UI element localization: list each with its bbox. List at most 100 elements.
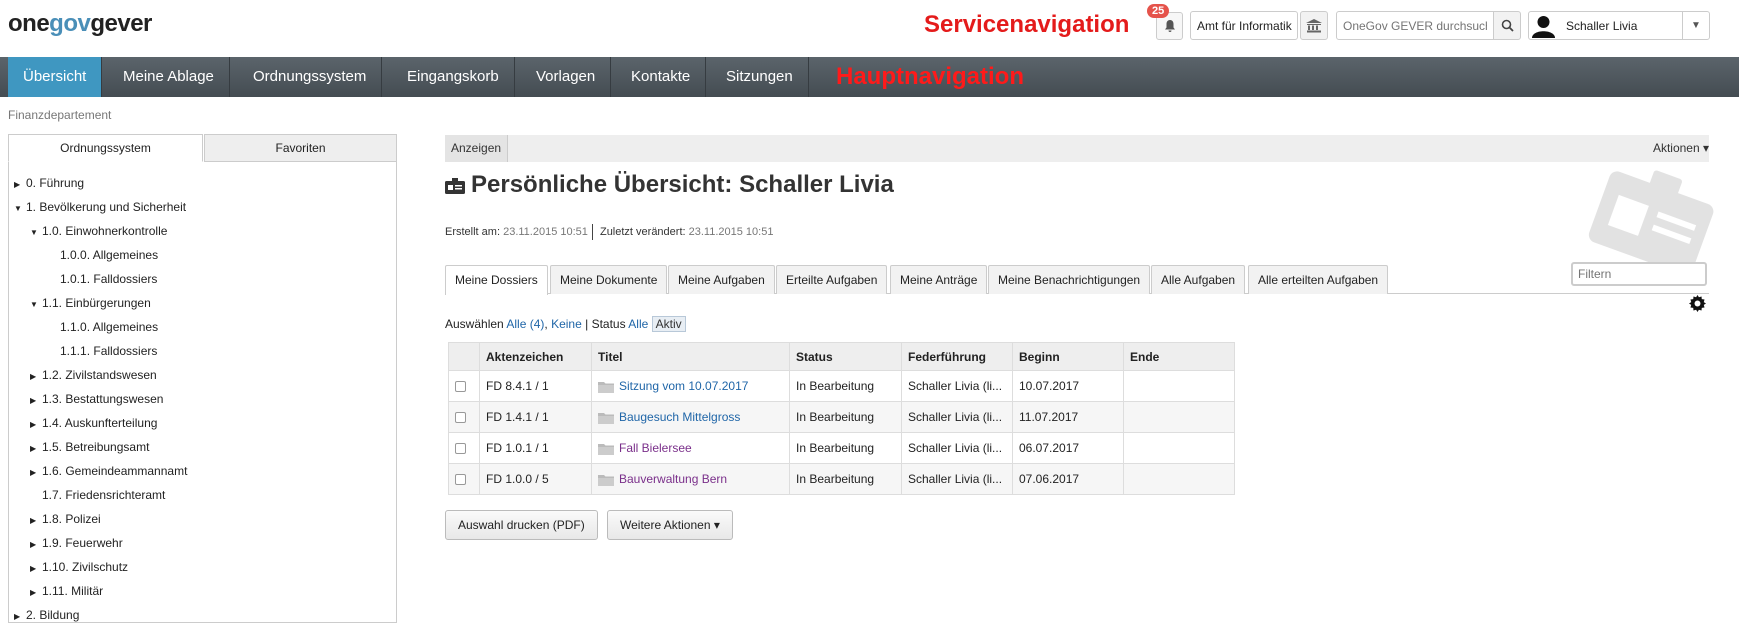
tab-alle-erteilten-aufgaben[interactable]: Alle erteilten Aufgaben (1248, 265, 1389, 294)
tree-item[interactable]: ▶ 2. Bildung (14, 608, 79, 623)
column-header[interactable]: Aktenzeichen (479, 342, 592, 371)
dossier-link[interactable]: Baugesuch Mittelgross (619, 410, 740, 424)
avatar (1532, 16, 1555, 38)
more-actions-button[interactable]: Weitere Aktionen ▾ (607, 510, 733, 540)
status-all-link[interactable]: Alle (628, 317, 648, 331)
tree-item[interactable]: ▶ 1.9. Feuerwehr (30, 536, 123, 554)
org-unit-button[interactable] (1300, 11, 1328, 40)
tab-meine-aufgaben[interactable]: Meine Aufgaben (668, 265, 775, 294)
caret-right-icon[interactable]: ▶ (30, 444, 42, 453)
column-header[interactable]: Ende (1123, 342, 1235, 371)
caret-right-icon[interactable]: ▶ (30, 564, 42, 573)
select-none-link[interactable]: Keine (551, 317, 582, 331)
tree-item[interactable]: ▶ 1.4. Auskunfterteilung (30, 416, 157, 434)
column-header[interactable]: Beginn (1012, 342, 1124, 371)
tree-item[interactable]: ▶ 1.6. Gemeindeammannamt (30, 464, 187, 482)
caret-down-icon[interactable]: ▼ (30, 228, 42, 237)
tree-item[interactable]: ▶ 0. Führung (14, 176, 84, 194)
tree-item[interactable]: 1.0.0. Allgemeines (60, 248, 158, 266)
search-icon (1501, 19, 1514, 32)
caret-right-icon[interactable]: ▶ (14, 180, 26, 189)
folder-icon (598, 443, 614, 455)
table-row: FD 1.4.1 / 1 Baugesuch Mittelgross In Be… (448, 401, 1235, 433)
filter-input[interactable] (1571, 262, 1707, 286)
breadcrumb[interactable]: Finanzdepartement (8, 108, 111, 122)
row-checkbox[interactable] (455, 412, 466, 424)
nav-item-ordnungssystem[interactable]: Ordnungssystem (238, 57, 383, 97)
tab-favoriten[interactable]: Favoriten (204, 134, 397, 162)
nav-item-vorlagen[interactable]: Vorlagen (521, 57, 612, 97)
tab-meine-antraege[interactable]: Meine Anträge (890, 265, 988, 294)
caret-right-icon[interactable]: ▶ (30, 372, 42, 381)
tab-erteilte-aufgaben[interactable]: Erteilte Aufgaben (776, 265, 888, 294)
folder-icon (598, 412, 614, 424)
print-selection-button[interactable]: Auswahl drucken (PDF) (445, 510, 598, 540)
tab-ordnungssystem[interactable]: Ordnungssystem (8, 134, 203, 162)
caret-down-icon[interactable]: ▼ (14, 204, 26, 213)
org-unit-selector[interactable]: Amt für Informatik (1190, 11, 1298, 40)
tree-item[interactable]: ▶ 1.5. Betreibungsamt (30, 440, 149, 458)
caret-right-icon[interactable]: ▶ (30, 516, 42, 525)
tree-item[interactable]: ▶ 1.2. Zivilstandswesen (30, 368, 157, 386)
tree-item[interactable]: ▶ 1.3. Bestattungswesen (30, 392, 163, 410)
tree-item[interactable]: 1.1.1. Falldossiers (60, 344, 157, 362)
column-header[interactable]: Status (789, 342, 902, 371)
notification-count-badge: 25 (1147, 4, 1170, 18)
dossier-link[interactable]: Fall Bielersee (619, 441, 692, 455)
row-checkbox[interactable] (455, 474, 466, 486)
caret-right-icon[interactable]: ▶ (30, 540, 42, 549)
caret-right-icon[interactable]: ▶ (30, 468, 42, 477)
tree-item[interactable]: 1.7. Friedensrichteramt (42, 488, 165, 506)
tree-item[interactable]: ▶ 1.8. Polizei (30, 512, 101, 530)
id-card-icon (445, 178, 465, 194)
tab-meine-dossiers[interactable]: Meine Dossiers (445, 265, 548, 295)
tree-item[interactable]: 1.0.1. Falldossiers (60, 272, 157, 290)
tree-item[interactable]: ▼ 1.0. Einwohnerkontrolle (30, 224, 167, 242)
nav-item-sitzungen[interactable]: Sitzungen (711, 57, 809, 97)
nav-item-eingangskorb[interactable]: Eingangskorb (392, 57, 515, 97)
status-active-filter[interactable]: Aktiv (651, 316, 686, 332)
tree-item[interactable]: 1.1.0. Allgemeines (60, 320, 158, 338)
caret-down-icon[interactable]: ▼ (30, 300, 42, 309)
dossier-link[interactable]: Sitzung vom 10.07.2017 (619, 379, 748, 393)
row-checkbox[interactable] (455, 443, 466, 455)
search-input[interactable] (1336, 11, 1494, 40)
user-menu[interactable]: Schaller Livia ▼ (1528, 11, 1710, 40)
tab-meine-benachrichtigungen[interactable]: Meine Benachrichtigungen (988, 265, 1151, 294)
dossiers-table: Aktenzeichen Titel Status Federführung B… (448, 342, 1235, 495)
header: onegovgever Servicenavigation 25 Amt für… (0, 0, 1739, 57)
gear-icon[interactable] (1689, 295, 1706, 317)
folder-icon (598, 381, 614, 393)
column-header[interactable]: Titel (591, 342, 790, 371)
table-header-row: Aktenzeichen Titel Status Federführung B… (448, 342, 1235, 371)
caret-right-icon[interactable]: ▶ (14, 612, 26, 621)
id-card-watermark-icon (1588, 170, 1714, 268)
nav-item-uebersicht[interactable]: Übersicht (8, 57, 103, 97)
tree-item[interactable]: ▼ 1.1. Einbürgerungen (30, 296, 151, 314)
select-all-link[interactable]: Alle (4) (506, 317, 544, 331)
caret-right-icon[interactable]: ▶ (30, 588, 42, 597)
nav-item-kontakte[interactable]: Kontakte (616, 57, 707, 97)
tree-item[interactable]: ▶ 1.10. Zivilschutz (30, 560, 128, 578)
logo[interactable]: onegovgever (8, 10, 152, 38)
tree-item[interactable]: ▼ 1. Bevölkerung und Sicherheit (14, 200, 186, 218)
tab-alle-aufgaben[interactable]: Alle Aufgaben (1151, 265, 1246, 294)
search-button[interactable] (1493, 11, 1521, 40)
caret-right-icon[interactable]: ▶ (30, 396, 42, 405)
dossier-link[interactable]: Bauverwaltung Bern (619, 472, 727, 486)
column-header[interactable]: Federführung (901, 342, 1013, 371)
bell-icon (1164, 20, 1175, 32)
row-checkbox[interactable] (455, 381, 466, 393)
table-row: FD 1.0.1 / 1 Fall Bielersee In Bearbeitu… (448, 432, 1235, 464)
caret-right-icon[interactable]: ▶ (30, 420, 42, 429)
tab-meine-dokumente[interactable]: Meine Dokumente (550, 265, 668, 294)
main-navigation-label: Hauptnavigation (836, 63, 1025, 90)
page-title: Persönliche Übersicht: Schaller Livia (471, 171, 894, 198)
tab-anzeigen[interactable]: Anzeigen (445, 135, 509, 162)
tree-item[interactable]: ▶ 1.11. Militär (30, 584, 103, 602)
chevron-down-icon[interactable]: ▼ (1682, 12, 1709, 39)
actions-menu[interactable]: Aktionen ▾ (1653, 135, 1709, 162)
building-icon (1306, 18, 1322, 32)
nav-item-meine-ablage[interactable]: Meine Ablage (108, 57, 230, 97)
table-row: FD 1.0.0 / 5 Bauverwaltung Bern In Bearb… (448, 463, 1235, 495)
